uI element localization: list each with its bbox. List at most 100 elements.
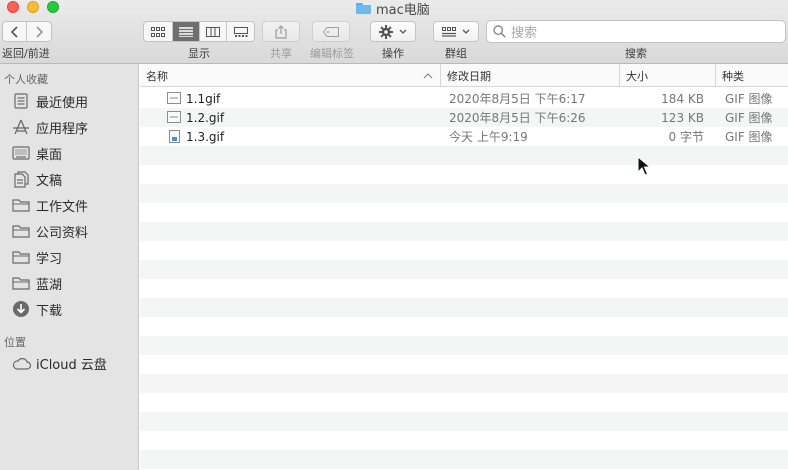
sidebar-item-downloads[interactable]: 下载 <box>0 296 138 322</box>
image-file-icon <box>167 92 181 105</box>
column-view-icon <box>206 26 220 37</box>
row-stripe <box>140 450 788 469</box>
back-forward-control <box>2 21 52 42</box>
image-file-icon <box>167 111 181 124</box>
row-stripe <box>140 184 788 203</box>
share-button[interactable] <box>262 21 300 42</box>
column-header-size[interactable]: 大小 <box>619 64 715 87</box>
column-header-date-modified[interactable]: 修改日期 <box>440 64 619 87</box>
table-row[interactable]: 1.2.gif 2020年8月5日 下午6:26 123 KB GIF 图像 <box>140 108 788 127</box>
column-header-label: 种类 <box>722 69 744 83</box>
sidebar: 个人收藏 最近使用 应用程序 桌面 文稿 工作文件 公司资料 学习 蓝湖 下载 … <box>0 64 139 470</box>
sort-ascending-icon <box>423 73 433 79</box>
file-size: 0 字节 <box>668 130 704 144</box>
sidebar-item-applications[interactable]: 应用程序 <box>0 114 138 140</box>
finder-window: mac电脑 返回/前进 显示 共享 编辑标签 操作 群组 搜索 搜索 个人收藏 … <box>0 0 788 470</box>
close-window-button[interactable] <box>7 1 19 13</box>
table-row[interactable]: 1.3.gif 今天 上午9:19 0 字节 GIF 图像 <box>140 127 788 146</box>
file-kind: GIF 图像 <box>725 130 773 144</box>
sidebar-item-icloud-drive[interactable]: iCloud 云盘 <box>0 350 138 376</box>
list-view-button[interactable] <box>173 22 200 41</box>
file-list: 名称 修改日期 大小 种类 1.1gif 2020年8月5日 下午6:17 18… <box>140 64 788 470</box>
tag-icon <box>323 26 339 37</box>
table-row[interactable]: 1.1gif 2020年8月5日 下午6:17 184 KB GIF 图像 <box>140 89 788 108</box>
column-header-label: 修改日期 <box>447 69 491 83</box>
sidebar-item-desktop[interactable]: 桌面 <box>0 140 138 166</box>
column-view-button[interactable] <box>200 22 227 41</box>
window-title-text: mac电脑 <box>376 2 430 18</box>
row-stripe <box>140 222 788 241</box>
column-header-name[interactable]: 名称 <box>140 64 440 87</box>
sidebar-item-label: 公司资料 <box>36 225 89 241</box>
forward-button[interactable] <box>27 22 51 41</box>
file-name: 1.3.gif <box>186 129 225 144</box>
folder-icon <box>11 196 31 214</box>
search-placeholder: 搜索 <box>511 26 538 41</box>
action-label: 操作 <box>382 47 404 60</box>
row-stripe <box>140 431 788 450</box>
sidebar-item-label: iCloud 云盘 <box>36 357 107 373</box>
applications-icon <box>11 118 31 136</box>
minimize-window-button[interactable] <box>27 1 39 13</box>
row-stripe <box>140 336 788 355</box>
column-header-kind[interactable]: 种类 <box>715 64 788 87</box>
gallery-view-button[interactable] <box>227 22 254 41</box>
folder-icon <box>11 248 31 266</box>
row-stripe <box>140 317 788 336</box>
list-view-icon <box>179 26 193 37</box>
row-stripe <box>140 203 788 222</box>
favorites-header: 个人收藏 <box>4 73 48 86</box>
chevron-left-icon <box>10 25 18 38</box>
search-label: 搜索 <box>625 47 647 60</box>
row-stripe <box>140 241 788 260</box>
sidebar-item-study[interactable]: 学习 <box>0 244 138 270</box>
column-header: 名称 修改日期 大小 种类 <box>140 64 788 87</box>
desktop-icon <box>11 144 31 162</box>
row-stripe <box>140 260 788 279</box>
sidebar-item-work-files[interactable]: 工作文件 <box>0 192 138 218</box>
icon-view-button[interactable] <box>144 22 173 41</box>
cloud-icon <box>11 354 31 372</box>
back-button[interactable] <box>3 22 27 41</box>
sidebar-item-label: 桌面 <box>36 147 63 163</box>
file-name: 1.1gif <box>186 91 221 106</box>
sidebar-item-label: 文稿 <box>36 173 63 189</box>
sidebar-item-label: 下载 <box>36 303 63 319</box>
share-label: 共享 <box>270 47 292 60</box>
group-label: 群组 <box>445 47 467 60</box>
sidebar-item-label: 工作文件 <box>36 199 89 215</box>
sidebar-item-documents[interactable]: 文稿 <box>0 166 138 192</box>
edit-tags-button[interactable] <box>312 21 350 42</box>
recents-icon <box>11 92 31 110</box>
group-icon <box>442 26 456 37</box>
edit-tags-label: 编辑标签 <box>310 47 354 60</box>
file-name: 1.2.gif <box>186 110 225 125</box>
file-date: 今天 上午9:19 <box>449 130 528 144</box>
sidebar-item-label: 学习 <box>36 251 63 267</box>
sidebar-item-recents[interactable]: 最近使用 <box>0 88 138 114</box>
chevron-right-icon <box>36 25 44 38</box>
file-kind: GIF 图像 <box>725 111 773 125</box>
search-input[interactable]: 搜索 <box>486 20 786 43</box>
action-menu-button[interactable] <box>370 21 416 42</box>
toolbar: mac电脑 返回/前进 显示 共享 编辑标签 操作 群组 搜索 搜索 <box>0 0 788 64</box>
view-label: 显示 <box>188 47 210 60</box>
window-title: mac电脑 <box>356 0 430 18</box>
chevron-down-icon <box>399 29 407 34</box>
row-stripe <box>140 412 788 431</box>
row-stripe <box>140 298 788 317</box>
folder-icon <box>11 222 31 240</box>
mouse-pointer-icon <box>637 156 651 176</box>
file-kind: GIF 图像 <box>725 92 773 106</box>
file-date: 2020年8月5日 下午6:26 <box>449 111 586 125</box>
sidebar-item-company-data[interactable]: 公司资料 <box>0 218 138 244</box>
sidebar-item-lanhu[interactable]: 蓝湖 <box>0 270 138 296</box>
row-stripe <box>140 355 788 374</box>
column-header-label: 名称 <box>146 69 168 83</box>
view-mode-control <box>143 21 255 42</box>
group-menu-button[interactable] <box>433 21 479 42</box>
fullscreen-window-button[interactable] <box>47 1 59 13</box>
icon-view-icon <box>151 26 165 37</box>
empty-file-icon <box>167 130 181 143</box>
back-forward-label: 返回/前进 <box>2 47 50 60</box>
